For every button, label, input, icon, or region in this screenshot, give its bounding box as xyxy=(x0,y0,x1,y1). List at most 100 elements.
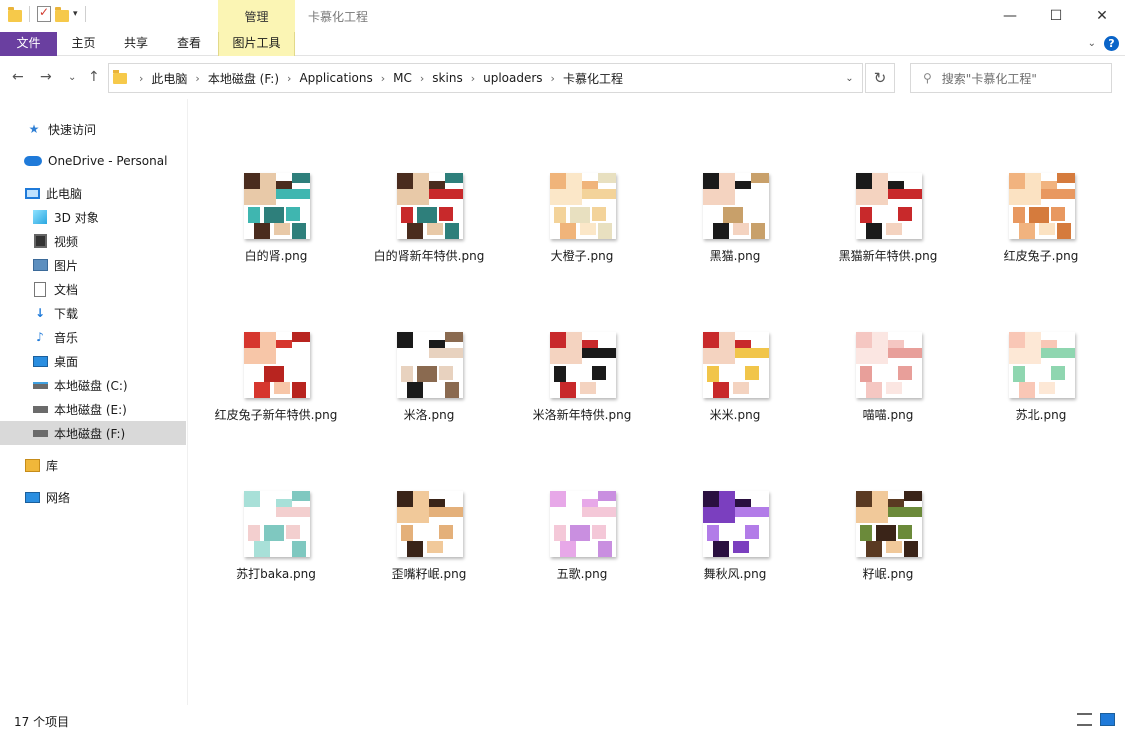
image-thumbnail xyxy=(856,491,922,557)
new-folder-icon[interactable] xyxy=(55,6,69,22)
breadcrumb-skins[interactable]: skins xyxy=(432,71,462,85)
large-icons-view-icon[interactable] xyxy=(1100,713,1115,726)
folder-icon[interactable] xyxy=(8,6,22,22)
sidebar-item-documents[interactable]: 文档 xyxy=(0,277,186,301)
thumbnail-pixel-block xyxy=(1057,332,1075,342)
thumbnail-pixel-block xyxy=(856,507,888,523)
file-item[interactable]: 籽岷.png xyxy=(812,491,964,591)
recent-locations-icon[interactable]: ⌄ xyxy=(68,72,76,83)
refresh-button[interactable]: ↻ xyxy=(865,63,895,93)
thumbnail-pixel-block xyxy=(872,491,888,507)
sidebar-item-downloads[interactable]: ↓ 下载 xyxy=(0,301,186,325)
sidebar-item-onedrive[interactable]: OneDrive - Personal xyxy=(0,149,186,173)
search-box[interactable]: ⚲ 搜索"卡慕化工程" xyxy=(910,63,1112,93)
thumbnail-pixel-block xyxy=(427,541,443,553)
tab-picture-tools[interactable]: 图片工具 xyxy=(218,32,295,56)
manage-tab[interactable]: 管理 xyxy=(218,0,295,32)
chevron-right-icon[interactable]: › xyxy=(381,72,385,85)
close-button[interactable]: ✕ xyxy=(1079,0,1125,32)
tab-file[interactable]: 文件 xyxy=(0,32,57,56)
sidebar-item-3d-objects[interactable]: 3D 对象 xyxy=(0,205,186,229)
breadcrumb-drive-f[interactable]: 本地磁盘 (F:) xyxy=(208,70,279,87)
file-item[interactable]: 米洛新年特供.png xyxy=(506,332,658,432)
minimize-button[interactable]: — xyxy=(987,0,1033,32)
thumbnail-pixel-block xyxy=(745,525,759,539)
breadcrumb-uploaders[interactable]: uploaders xyxy=(483,71,542,85)
chevron-right-icon[interactable]: › xyxy=(471,72,475,85)
address-bar[interactable]: › 此电脑 › 本地磁盘 (F:) › Applications › MC › … xyxy=(108,63,863,93)
file-item[interactable]: 舞秋风.png xyxy=(659,491,811,591)
thumbnail-pixel-block xyxy=(550,491,566,507)
chevron-right-icon[interactable]: › xyxy=(420,72,424,85)
file-item[interactable]: 白的肾新年特供.png xyxy=(353,173,505,273)
sidebar-item-libraries[interactable]: 库 xyxy=(0,453,186,477)
breadcrumb-current-folder[interactable]: 卡慕化工程 xyxy=(563,70,623,87)
file-item[interactable]: 苏打baka.png xyxy=(200,491,352,591)
thumbnail-pixel-block xyxy=(1057,223,1071,239)
thumbnail-pixel-block xyxy=(407,382,423,398)
file-item[interactable]: 歪嘴籽岷.png xyxy=(353,491,505,591)
sidebar-item-quick-access[interactable]: ★ 快速访问 xyxy=(0,117,186,141)
tab-home[interactable]: 主页 xyxy=(57,32,110,56)
tab-view[interactable]: 查看 xyxy=(162,32,216,56)
thumbnail-pixel-block xyxy=(703,332,719,348)
thumbnail-pixel-block xyxy=(751,491,769,501)
thumbnail-pixel-block xyxy=(260,173,276,189)
customize-toolbar-icon[interactable]: ▾ xyxy=(73,9,78,19)
sidebar-item-pictures[interactable]: 图片 xyxy=(0,253,186,277)
thumbnail-pixel-block xyxy=(445,541,459,557)
thumbnail-pixel-block xyxy=(429,499,445,507)
breadcrumb-applications[interactable]: Applications xyxy=(299,71,372,85)
sidebar-item-drive-e[interactable]: 本地磁盘 (E:) xyxy=(0,397,186,421)
file-item[interactable]: 黑猫新年特供.png xyxy=(812,173,964,273)
thumbnail-pixel-block xyxy=(703,348,735,364)
chevron-right-icon[interactable]: › xyxy=(551,72,555,85)
thumbnail-pixel-block xyxy=(254,382,270,398)
sidebar-item-this-pc[interactable]: 此电脑 xyxy=(0,181,186,205)
thumbnail-pixel-block xyxy=(860,525,872,541)
file-item[interactable]: 红皮兔子新年特供.png xyxy=(200,332,352,432)
sidebar-item-label: 此电脑 xyxy=(46,186,83,201)
file-item[interactable]: 米米.png xyxy=(659,332,811,432)
tab-share[interactable]: 共享 xyxy=(110,32,162,56)
thumbnail-pixel-block xyxy=(598,332,616,342)
thumbnail-pixel-block xyxy=(898,366,912,380)
chevron-right-icon[interactable]: › xyxy=(287,72,291,85)
maximize-button[interactable]: ☐ xyxy=(1033,0,1079,32)
video-icon xyxy=(32,233,48,249)
back-arrow-icon[interactable]: ← xyxy=(12,69,24,85)
file-item[interactable]: 白的肾.png xyxy=(200,173,352,273)
breadcrumb-mc[interactable]: MC xyxy=(393,71,412,85)
file-item[interactable]: 黑猫.png xyxy=(659,173,811,273)
network-icon xyxy=(24,489,40,505)
toolbar-divider xyxy=(84,6,86,22)
file-item[interactable]: 米洛.png xyxy=(353,332,505,432)
forward-arrow-icon[interactable]: → xyxy=(40,69,52,85)
chevron-down-icon[interactable]: ⌄ xyxy=(836,64,862,92)
thumbnail-pixel-block xyxy=(713,382,729,398)
thumbnail-pixel-block xyxy=(904,173,922,183)
file-item[interactable]: 五歌.png xyxy=(506,491,658,591)
help-icon[interactable]: ? xyxy=(1104,36,1119,51)
sidebar-item-network[interactable]: 网络 xyxy=(0,485,186,509)
sidebar-item-music[interactable]: ♪ 音乐 xyxy=(0,325,186,349)
sidebar-item-desktop[interactable]: 桌面 xyxy=(0,349,186,373)
up-arrow-icon[interactable]: ↑ xyxy=(88,69,100,85)
thumbnail-pixel-block xyxy=(856,189,888,205)
breadcrumb-this-pc[interactable]: 此电脑 xyxy=(151,70,187,87)
chevron-right-icon[interactable]: › xyxy=(139,72,143,85)
file-name: 白的肾.png xyxy=(244,249,308,263)
details-view-icon[interactable] xyxy=(1077,713,1092,726)
file-item[interactable]: 大橙子.png xyxy=(506,173,658,273)
thumbnail-pixel-block xyxy=(429,189,463,199)
sidebar-item-videos[interactable]: 视频 xyxy=(0,229,186,253)
sidebar-item-drive-c[interactable]: 本地磁盘 (C:) xyxy=(0,373,186,397)
thumbnail-pixel-block xyxy=(244,491,260,507)
sidebar-item-drive-f[interactable]: 本地磁盘 (F:) xyxy=(0,421,186,445)
properties-icon[interactable] xyxy=(37,5,51,22)
file-item[interactable]: 红皮兔子.png xyxy=(965,173,1117,273)
file-item[interactable]: 苏北.png xyxy=(965,332,1117,432)
chevron-right-icon[interactable]: › xyxy=(195,72,199,85)
collapse-ribbon-icon[interactable]: ⌄ xyxy=(1088,38,1096,49)
file-item[interactable]: 喵喵.png xyxy=(812,332,964,432)
